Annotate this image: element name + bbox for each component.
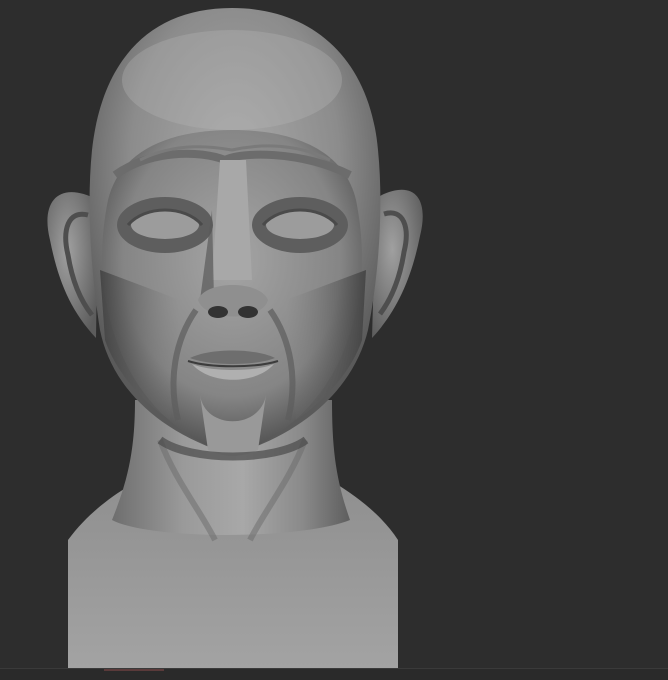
nostril-left: [208, 306, 228, 318]
forehead-highlight: [122, 30, 342, 130]
nostril-right: [238, 306, 258, 318]
sculpted-head-bust[interactable]: [0, 0, 668, 668]
timeline-marker: [104, 669, 164, 671]
sculpt-viewport[interactable]: [0, 0, 668, 668]
viewport-bottom-bar: [0, 668, 668, 680]
